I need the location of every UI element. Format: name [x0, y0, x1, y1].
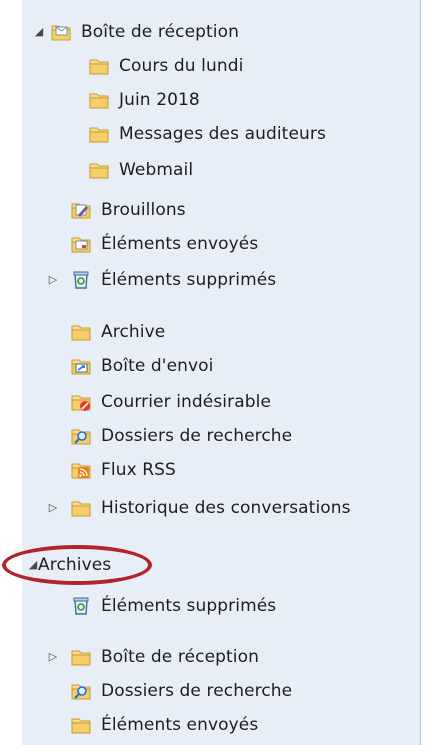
- rss-folder-icon: [70, 459, 92, 481]
- tree-item-webmail[interactable]: Webmail: [88, 155, 193, 185]
- tree-item-search-folders[interactable]: Dossiers de recherche: [70, 421, 292, 451]
- tree-item-label: Flux RSS: [101, 460, 176, 480]
- tree-item-label: Cours du lundi: [119, 56, 244, 76]
- tree-item-label: Éléments supprimés: [101, 270, 277, 290]
- expand-right-icon[interactable]: ▷: [46, 501, 60, 515]
- tree-item-label: Éléments envoyés: [101, 234, 259, 254]
- tree-item-label: Webmail: [119, 160, 194, 180]
- folder-icon: [88, 123, 110, 145]
- tree-item-label: Boîte de réception: [81, 22, 240, 42]
- folder-icon: [70, 714, 92, 736]
- drafts-folder-icon: [70, 199, 92, 221]
- folder-icon: [70, 646, 92, 668]
- tree-item-label: Boîte de réception: [101, 647, 260, 667]
- tree-item-label: Juin 2018: [119, 90, 200, 110]
- tree-item-deleted[interactable]: ▷ Éléments supprimés: [49, 265, 277, 295]
- tree-item-drafts[interactable]: Brouillons: [70, 195, 186, 225]
- tree-item-archive[interactable]: Archive: [70, 317, 165, 347]
- search-folder-icon: [70, 425, 92, 447]
- tree-item-label: Messages des auditeurs: [119, 124, 326, 144]
- tree-item-label: Courrier indésirable: [101, 392, 272, 412]
- inbox-folder-icon: [50, 21, 72, 43]
- tree-item-cours-du-lundi[interactable]: Cours du lundi: [88, 51, 243, 81]
- search-folder-icon: [70, 680, 92, 702]
- tree-item-outbox[interactable]: Boîte d'envoi: [70, 351, 214, 381]
- folder-icon: [88, 159, 110, 181]
- tree-item-junk[interactable]: Courrier indésirable: [70, 387, 271, 417]
- tree-item-archives-inbox[interactable]: ▷ Boîte de réception: [49, 642, 260, 672]
- expand-right-icon[interactable]: ▷: [46, 650, 60, 664]
- tree-item-messages-des-auditeurs[interactable]: Messages des auditeurs: [88, 119, 326, 149]
- tree-item-sent[interactable]: Éléments envoyés: [70, 229, 258, 259]
- highlight-circle: [2, 545, 152, 585]
- folder-icon: [88, 55, 110, 77]
- tree-item-label: Boîte d'envoi: [101, 356, 214, 376]
- tree-item-archives-deleted[interactable]: Éléments supprimés: [70, 591, 276, 621]
- tree-item-inbox[interactable]: ◢ Boîte de réception: [35, 17, 240, 47]
- folder-icon: [70, 497, 92, 519]
- tree-item-archives-sent[interactable]: Éléments envoyés: [70, 710, 258, 740]
- expand-right-icon[interactable]: ▷: [46, 273, 60, 287]
- tree-item-label: Dossiers de recherche: [101, 681, 293, 701]
- tree-item-label: Éléments envoyés: [101, 715, 259, 735]
- trash-icon: [70, 269, 92, 291]
- folder-pane: ◢ Boîte de réception Cours du lundi Juin…: [22, 0, 421, 745]
- sent-folder-icon: [70, 233, 92, 255]
- tree-item-label: Dossiers de recherche: [101, 426, 293, 446]
- tree-item-rss[interactable]: Flux RSS: [70, 455, 176, 485]
- tree-item-label: Brouillons: [101, 200, 186, 220]
- trash-icon: [70, 595, 92, 617]
- outbox-folder-icon: [70, 355, 92, 377]
- tree-item-archives-search-folders[interactable]: Dossiers de recherche: [70, 676, 292, 706]
- tree-item-conversation-history[interactable]: ▷ Historique des conversations: [49, 493, 351, 523]
- folder-icon: [70, 321, 92, 343]
- tree-item-label: Historique des conversations: [101, 498, 351, 518]
- tree-item-label: Archive: [101, 322, 166, 342]
- junk-folder-icon: [70, 391, 92, 413]
- folder-icon: [88, 89, 110, 111]
- tree-item-label: Éléments supprimés: [101, 596, 277, 616]
- expand-down-icon[interactable]: ◢: [32, 25, 46, 39]
- tree-item-juin-2018[interactable]: Juin 2018: [88, 85, 200, 115]
